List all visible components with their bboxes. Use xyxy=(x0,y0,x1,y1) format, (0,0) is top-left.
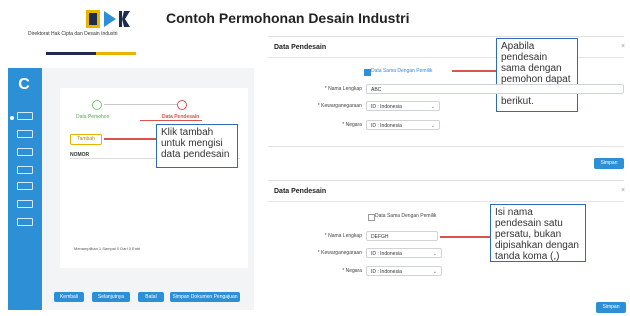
org-subtitle: Direktorat Hak Cipta dan Desain Industri xyxy=(28,31,118,37)
step-1-circle-icon xyxy=(92,100,102,110)
panel2-negara-label: * Negara xyxy=(342,268,362,274)
panel1-kewarganegaraan-select[interactable]: ID : Indonesia ⌄ xyxy=(366,101,440,111)
panel1-footer-divider xyxy=(268,146,624,147)
sidebar-item-card[interactable] xyxy=(17,218,33,226)
sidebar-active-dot-icon xyxy=(10,116,14,120)
pointer-line-tambah xyxy=(104,138,156,140)
panel1-negara-select[interactable]: ID : Indonesia ⌄ xyxy=(366,120,440,130)
callout-tambah: Klik tambah untuk mengisi data pendesain xyxy=(156,124,238,168)
panel1-nama-label: * Nama Lengkap xyxy=(324,86,362,92)
sidebar-item-dashboard[interactable] xyxy=(17,112,33,120)
panel2-same-as-owner-checkbox[interactable] xyxy=(368,214,375,221)
callout-checklist: Apabila pendesain sama dengan pemohon da… xyxy=(496,38,578,112)
tab-data-pemohon[interactable]: Data Pemohon xyxy=(76,114,109,120)
panel1-same-as-owner-checkbox[interactable] xyxy=(364,69,371,76)
chevron-down-icon: ⌄ xyxy=(432,251,437,257)
tambah-button[interactable]: Tambah xyxy=(70,134,102,145)
page-title: Contoh Permohonan Desain Industri xyxy=(166,10,410,26)
header-accent-navy xyxy=(46,52,96,55)
djki-logo xyxy=(86,8,138,30)
pointer-line-nama xyxy=(440,236,490,238)
sidebar-item-link[interactable] xyxy=(17,182,33,190)
panel2-close-icon[interactable]: × xyxy=(621,187,625,194)
selanjutnya-button[interactable]: Selanjutnya xyxy=(92,292,130,302)
active-tab-underline xyxy=(140,120,202,121)
panel1-kewarganegaraan-value: ID : Indonesia xyxy=(371,104,402,110)
kembali-button[interactable]: Kembali xyxy=(54,292,84,302)
panel1-negara-label: * Negara xyxy=(342,122,362,128)
panel2-simpan-button[interactable]: Simpan xyxy=(596,302,626,313)
panel2-nama-input[interactable]: DEFGH xyxy=(366,231,438,241)
simpan-dokumen-button[interactable]: Simpan Dokumen Pengajuan xyxy=(170,292,240,302)
panel1-negara-value: ID : Indonesia xyxy=(371,123,402,129)
app-logo-icon: C xyxy=(18,76,30,93)
step-2-circle-icon xyxy=(177,100,187,110)
panel1-simpan-button[interactable]: Simpan xyxy=(594,158,624,169)
panel2-checkbox-label: Data Sama Dengan Pemilik xyxy=(375,213,437,219)
pagination-info: Menampilkan 1 Sampai 0 Dari 0 Entri xyxy=(74,246,141,251)
sidebar-item-menu[interactable] xyxy=(17,166,33,174)
panel2-kewarganegaraan-value: ID : Indonesia xyxy=(371,251,402,257)
header-accent-yellow xyxy=(96,52,136,55)
panel2-title: Data Pendesain xyxy=(274,188,327,195)
chevron-down-icon: ⌄ xyxy=(430,123,435,129)
panel1-kewarganegaraan-label: * Kewarganegaraan xyxy=(317,103,362,109)
step-connector xyxy=(104,104,178,105)
sidebar-item-building[interactable] xyxy=(17,130,33,138)
panel2-negara-value: ID : Indonesia xyxy=(371,269,402,275)
chevron-down-icon: ⌄ xyxy=(432,269,437,275)
panel2-kewarganegaraan-select[interactable]: ID : Indonesia ⌄ xyxy=(366,248,442,258)
panel1-nama-input[interactable]: ABC xyxy=(366,84,624,94)
pointer-line-checklist xyxy=(452,70,496,72)
sidebar-item-document[interactable] xyxy=(17,200,33,208)
sidebar-item-list[interactable] xyxy=(17,148,33,156)
callout-nama: Isi nama pendesain satu persatu, bukan d… xyxy=(490,204,586,262)
panel2-kewarganegaraan-label: * Kewarganegaraan xyxy=(317,250,362,256)
panel1-close-icon[interactable]: × xyxy=(621,43,625,50)
chevron-down-icon: ⌄ xyxy=(430,104,435,110)
panel1-checkbox-label: Data Sama Dengan Pemilik xyxy=(371,68,433,74)
panel1-title: Data Pendesain xyxy=(274,44,327,51)
panel2-negara-select[interactable]: ID : Indonesia ⌄ xyxy=(366,266,442,276)
batal-button[interactable]: Batal xyxy=(138,292,164,302)
panel2-header-divider xyxy=(268,201,624,202)
panel2-nama-label: * Nama Lengkap xyxy=(324,233,362,239)
